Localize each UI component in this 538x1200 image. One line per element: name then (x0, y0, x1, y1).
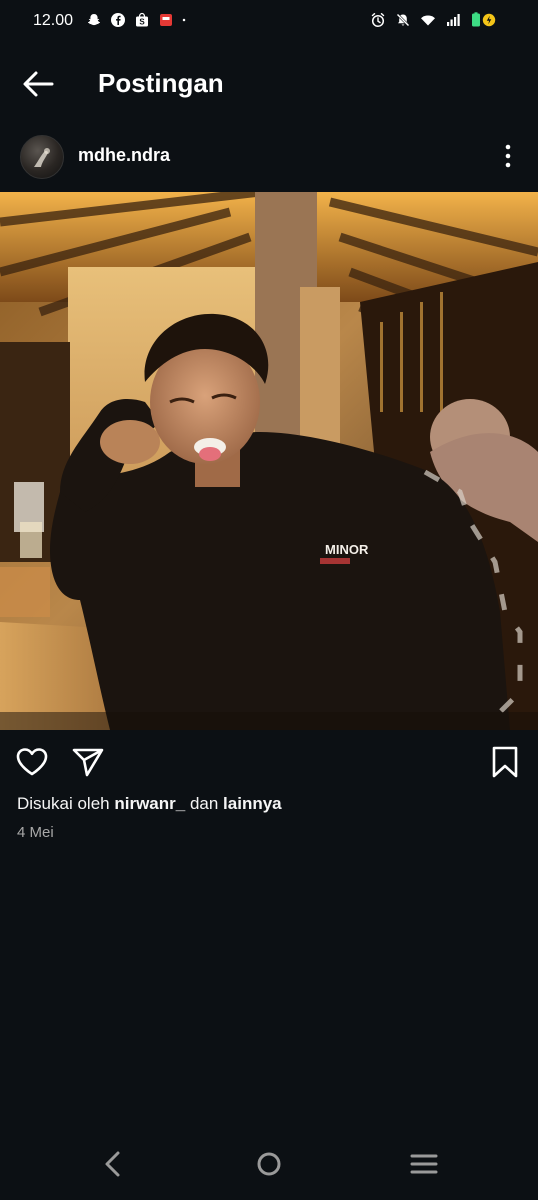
alarm-icon (371, 13, 385, 28)
shopee-icon: S (136, 12, 148, 27)
likes-text: Disukai oleh nirwanr_ dan lainnya (17, 794, 282, 814)
avatar[interactable] (20, 135, 64, 179)
post-image: MINOR (0, 192, 538, 730)
liked-conj: dan (189, 794, 219, 813)
status-bar: 12.00 S (0, 0, 538, 44)
battery-icon (472, 12, 496, 27)
mute-icon (396, 13, 410, 27)
shirt-print: MINOR (325, 542, 369, 557)
shopeepay-icon (160, 14, 172, 26)
post-username[interactable]: mdhe.ndra (78, 145, 170, 166)
liked-user[interactable]: nirwanr_ (114, 794, 185, 813)
post-date: 4 Mei (17, 824, 54, 841)
nav-home-icon[interactable] (245, 1140, 293, 1188)
page-title: Postingan (98, 68, 224, 98)
system-nav-bar (0, 1140, 538, 1200)
liked-prefix: Disukai oleh (17, 794, 110, 813)
signal-icon (447, 14, 460, 26)
heart-icon[interactable] (14, 744, 50, 780)
avatar-image (34, 148, 50, 167)
facebook-icon (111, 13, 125, 27)
send-icon[interactable] (70, 744, 106, 780)
system-icons (370, 12, 496, 28)
post-header: mdhe.ndra (0, 130, 538, 182)
arrow-left-icon[interactable] (18, 66, 58, 102)
nav-back-icon[interactable] (90, 1140, 138, 1188)
top-app-bar: Postingan (0, 58, 538, 110)
post-actions (0, 740, 538, 784)
status-time: 12.00 (33, 12, 74, 29)
more-vertical-icon[interactable] (496, 140, 520, 172)
wifi-icon (421, 15, 435, 26)
nav-recents-icon[interactable] (400, 1140, 448, 1188)
bookmark-icon[interactable] (487, 744, 523, 780)
svg-text:S: S (139, 18, 145, 27)
snapchat-icon (88, 14, 100, 26)
notification-icons: S (86, 12, 190, 28)
dot-icon (182, 18, 186, 22)
liked-others[interactable]: lainnya (223, 794, 282, 813)
post-photo[interactable]: MINOR (0, 192, 538, 730)
